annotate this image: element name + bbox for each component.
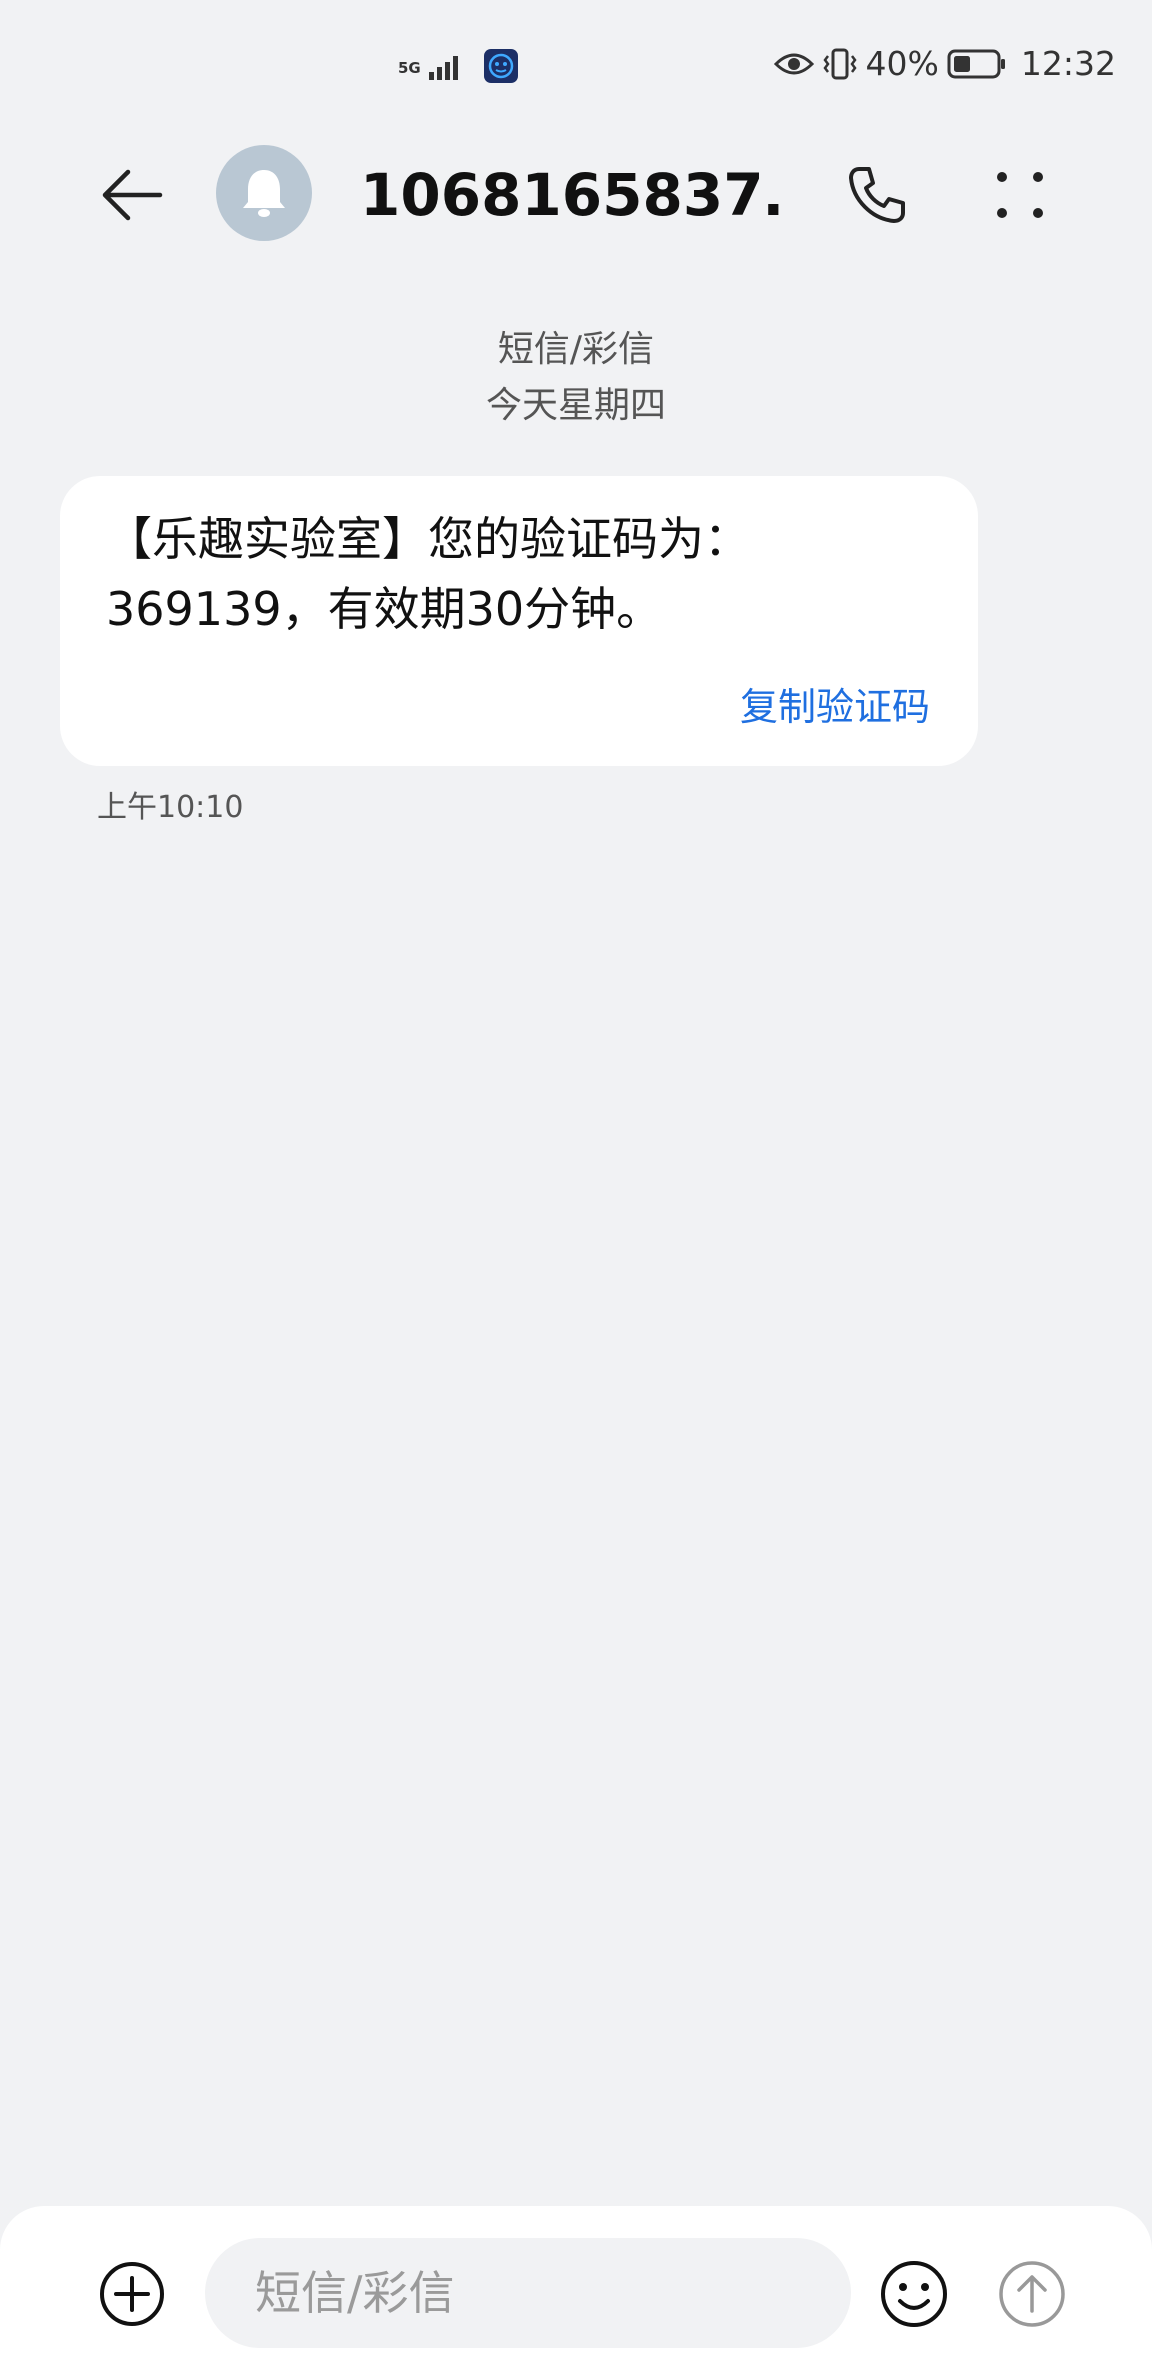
plus-circle-icon: [100, 2262, 164, 2326]
call-button[interactable]: [832, 155, 922, 235]
eye-icon: [773, 48, 814, 80]
conversation-header: 1068165837…: [0, 135, 1152, 255]
vibrate-icon: [822, 46, 858, 82]
date-label: 今天星期四: [485, 385, 666, 426]
app-notification-icon: [483, 48, 519, 88]
more-dots-icon: [997, 172, 1043, 218]
avatar[interactable]: [216, 145, 312, 241]
network-indicator: 5G: [398, 48, 519, 88]
composer-bar: [0, 2206, 1152, 2376]
contact-name[interactable]: 1068165837…: [360, 155, 780, 235]
clock: 12:32: [1020, 44, 1116, 83]
battery-icon: [947, 48, 1007, 80]
emoji-button[interactable]: [876, 2256, 952, 2332]
more-options-button[interactable]: [980, 155, 1060, 235]
back-button[interactable]: [92, 155, 172, 235]
phone-icon: [849, 167, 905, 223]
message-type-label: 短信/彩信: [497, 329, 655, 370]
arrow-up-icon: [999, 2261, 1065, 2327]
message-text: 【乐趣实验室】您的验证码为：369139，有效期30分钟。: [106, 512, 750, 636]
signal-icon: [425, 50, 477, 86]
status-bar: 5G 40% 12:32: [0, 0, 1152, 135]
status-icons: 40% 12:32: [773, 44, 1116, 83]
message-input[interactable]: [253, 2265, 817, 2321]
emoji-icon: [881, 2261, 947, 2327]
network-label: 5G: [398, 58, 421, 77]
copy-code-button[interactable]: 复制验证码: [740, 676, 930, 731]
message-input-wrapper[interactable]: [205, 2238, 851, 2348]
message-time: 上午10:10: [97, 790, 244, 825]
bell-icon: [243, 170, 285, 217]
arrow-left-icon: [102, 169, 163, 221]
message-bubble[interactable]: 【乐趣实验室】您的验证码为：369139，有效期30分钟。 复制验证码: [60, 476, 978, 766]
battery-percent: 40%: [865, 44, 939, 83]
add-attachment-button[interactable]: [96, 2258, 168, 2330]
send-button[interactable]: [994, 2256, 1070, 2332]
